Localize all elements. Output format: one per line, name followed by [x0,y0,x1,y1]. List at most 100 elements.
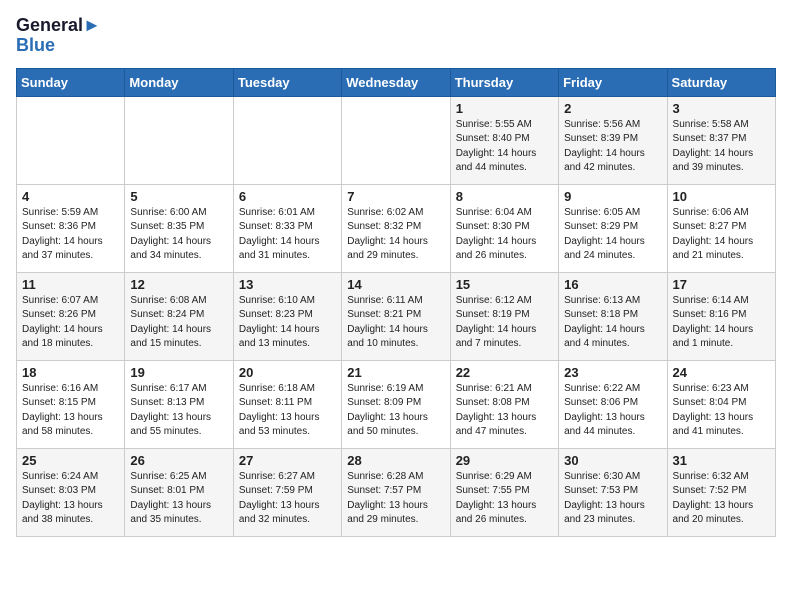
calendar-cell: 31 Sunrise: 6:32 AMSunset: 7:52 PMDayligh… [667,448,775,536]
calendar-cell: 10 Sunrise: 6:06 AMSunset: 8:27 PMDayligh… [667,184,775,272]
cell-info-text: Sunrise: 6:14 AMSunset: 8:16 PMDaylight:… [673,294,770,352]
day-header-thursday: Thursday [450,68,558,96]
page-header: General► Blue [16,16,776,56]
calendar-week-row: 25 Sunrise: 6:24 AMSunset: 8:03 PMDayligh… [17,448,776,536]
cell-info-text: Sunrise: 6:12 AMSunset: 8:19 PMDaylight:… [456,294,553,352]
day-number: 17 [673,277,770,292]
day-header-tuesday: Tuesday [233,68,341,96]
cell-info-text: Sunrise: 6:10 AMSunset: 8:23 PMDaylight:… [239,294,336,352]
cell-info-text: Sunrise: 6:00 AMSunset: 8:35 PMDaylight:… [130,206,227,264]
day-number: 29 [456,453,553,468]
calendar-cell: 22Sunrise: 6:21 AMSunset: 8:08 PMDayligh… [450,360,558,448]
cell-info-text: Sunrise: 6:13 AMSunset: 8:18 PMDaylight:… [564,294,661,352]
logo: General► Blue [16,16,103,56]
calendar-cell: 12Sunrise: 6:08 AMSunset: 8:24 PMDayligh… [125,272,233,360]
day-number: 20 [239,365,336,380]
cell-info-text: Sunrise: 5:56 AMSunset: 8:39 PMDaylight:… [564,118,661,176]
day-number: 7 [347,189,444,204]
cell-info-text: Sunrise: 5:59 AMSunset: 8:36 PMDaylight:… [22,206,119,264]
cell-info-text: Sunrise: 6:11 AMSunset: 8:21 PMDaylight:… [347,294,444,352]
day-number: 11 [22,277,119,292]
calendar-cell: 20 Sunrise: 6:18 AMSunset: 8:11 PMDayligh… [233,360,341,448]
cell-info-text: Sunrise: 6:29 AMSunset: 7:55 PMDaylight:… [456,470,553,528]
day-number: 23 [564,365,661,380]
calendar-cell: 28 Sunrise: 6:28 AMSunset: 7:57 PMDayligh… [342,448,450,536]
cell-info-text: Sunrise: 6:17 AMSunset: 8:13 PMDaylight:… [130,382,227,440]
calendar-cell: 16 Sunrise: 6:13 AMSunset: 8:18 PMDayligh… [559,272,667,360]
calendar-cell: 3Sunrise: 5:58 AMSunset: 8:37 PMDaylight… [667,96,775,184]
cell-info-text: Sunrise: 6:22 AMSunset: 8:06 PMDaylight:… [564,382,661,440]
day-number: 28 [347,453,444,468]
day-number: 25 [22,453,119,468]
day-number: 21 [347,365,444,380]
calendar-cell: 24 Sunrise: 6:23 AMSunset: 8:04 PMDayligh… [667,360,775,448]
cell-info-text: Sunrise: 6:02 AMSunset: 8:32 PMDaylight:… [347,206,444,264]
calendar-cell [233,96,341,184]
day-number: 22 [456,365,553,380]
calendar-cell: 26 Sunrise: 6:25 AMSunset: 8:01 PMDayligh… [125,448,233,536]
calendar-cell: 18 Sunrise: 6:16 AMSunset: 8:15 PMDayligh… [17,360,125,448]
cell-info-text: Sunrise: 6:06 AMSunset: 8:27 PMDaylight:… [673,206,770,264]
day-number: 18 [22,365,119,380]
cell-info-text: Sunrise: 6:32 AMSunset: 7:52 PMDaylight:… [673,470,770,528]
day-number: 30 [564,453,661,468]
calendar-cell: 13 Sunrise: 6:10 AMSunset: 8:23 PMDayligh… [233,272,341,360]
calendar-cell: 2 Sunrise: 5:56 AMSunset: 8:39 PMDaylight… [559,96,667,184]
day-number: 10 [673,189,770,204]
cell-info-text: Sunrise: 6:16 AMSunset: 8:15 PMDaylight:… [22,382,119,440]
day-number: 9 [564,189,661,204]
cell-info-text: Sunrise: 6:23 AMSunset: 8:04 PMDaylight:… [673,382,770,440]
calendar-cell: 11 Sunrise: 6:07 AMSunset: 8:26 PMDayligh… [17,272,125,360]
calendar-cell: 15 Sunrise: 6:12 AMSunset: 8:19 PMDayligh… [450,272,558,360]
calendar-cell: 6 Sunrise: 6:01 AMSunset: 8:33 PMDaylight… [233,184,341,272]
cell-info-text: Sunrise: 6:05 AMSunset: 8:29 PMDaylight:… [564,206,661,264]
calendar-cell: 8 Sunrise: 6:04 AMSunset: 8:30 PMDaylight… [450,184,558,272]
calendar-week-row: 18 Sunrise: 6:16 AMSunset: 8:15 PMDayligh… [17,360,776,448]
cell-info-text: Sunrise: 5:55 AMSunset: 8:40 PMDaylight:… [456,118,553,176]
cell-info-text: Sunrise: 6:04 AMSunset: 8:30 PMDaylight:… [456,206,553,264]
cell-info-text: Sunrise: 6:27 AMSunset: 7:59 PMDaylight:… [239,470,336,528]
calendar-cell: 14Sunrise: 6:11 AMSunset: 8:21 PMDayligh… [342,272,450,360]
calendar-cell: 17 Sunrise: 6:14 AMSunset: 8:16 PMDayligh… [667,272,775,360]
day-number: 5 [130,189,227,204]
calendar-cell: 7 Sunrise: 6:02 AMSunset: 8:32 PMDaylight… [342,184,450,272]
day-number: 19 [130,365,227,380]
day-number: 15 [456,277,553,292]
calendar-cell: 27Sunrise: 6:27 AMSunset: 7:59 PMDayligh… [233,448,341,536]
cell-info-text: Sunrise: 6:28 AMSunset: 7:57 PMDaylight:… [347,470,444,528]
day-number: 8 [456,189,553,204]
day-header-friday: Friday [559,68,667,96]
day-number: 6 [239,189,336,204]
day-number: 24 [673,365,770,380]
cell-info-text: Sunrise: 6:25 AMSunset: 8:01 PMDaylight:… [130,470,227,528]
day-header-wednesday: Wednesday [342,68,450,96]
cell-info-text: Sunrise: 6:18 AMSunset: 8:11 PMDaylight:… [239,382,336,440]
day-number: 13 [239,277,336,292]
calendar-cell [17,96,125,184]
cell-info-text: Sunrise: 6:01 AMSunset: 8:33 PMDaylight:… [239,206,336,264]
calendar-cell: 25 Sunrise: 6:24 AMSunset: 8:03 PMDayligh… [17,448,125,536]
calendar-cell: 29 Sunrise: 6:29 AMSunset: 7:55 PMDayligh… [450,448,558,536]
cell-info-text: Sunrise: 6:19 AMSunset: 8:09 PMDaylight:… [347,382,444,440]
day-number: 31 [673,453,770,468]
cell-info-text: Sunrise: 5:58 AMSunset: 8:37 PMDaylight:… [673,118,770,176]
cell-info-text: Sunrise: 6:24 AMSunset: 8:03 PMDaylight:… [22,470,119,528]
cell-info-text: Sunrise: 6:30 AMSunset: 7:53 PMDaylight:… [564,470,661,528]
calendar-cell [342,96,450,184]
calendar-cell: 1Sunrise: 5:55 AMSunset: 8:40 PMDaylight… [450,96,558,184]
calendar-header-row: SundayMondayTuesdayWednesdayThursdayFrid… [17,68,776,96]
calendar-week-row: 11 Sunrise: 6:07 AMSunset: 8:26 PMDayligh… [17,272,776,360]
cell-info-text: Sunrise: 6:07 AMSunset: 8:26 PMDaylight:… [22,294,119,352]
calendar-week-row: 1Sunrise: 5:55 AMSunset: 8:40 PMDaylight… [17,96,776,184]
day-number: 16 [564,277,661,292]
calendar-cell: 30 Sunrise: 6:30 AMSunset: 7:53 PMDayligh… [559,448,667,536]
calendar-cell: 23 Sunrise: 6:22 AMSunset: 8:06 PMDayligh… [559,360,667,448]
day-number: 26 [130,453,227,468]
day-header-sunday: Sunday [17,68,125,96]
day-number: 12 [130,277,227,292]
day-number: 2 [564,101,661,116]
day-header-monday: Monday [125,68,233,96]
calendar-cell: 19 Sunrise: 6:17 AMSunset: 8:13 PMDayligh… [125,360,233,448]
calendar-cell: 5 Sunrise: 6:00 AMSunset: 8:35 PMDaylight… [125,184,233,272]
calendar-cell: 9 Sunrise: 6:05 AMSunset: 8:29 PMDaylight… [559,184,667,272]
